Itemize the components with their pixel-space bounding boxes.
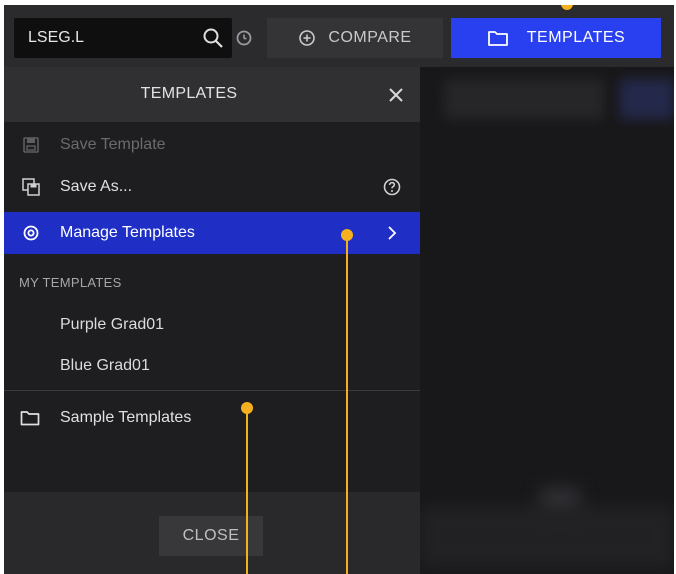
blurred-footer: [420, 507, 674, 567]
save-as-item[interactable]: Save As...: [4, 165, 420, 209]
callout-line-sample: [246, 410, 248, 574]
sample-templates-item[interactable]: Sample Templates: [4, 395, 420, 439]
templates-button[interactable]: TEMPLATES: [451, 18, 661, 58]
app-window: LSEG.L COMPARE TEMPLATES TEMPLATES Save …: [4, 5, 674, 574]
folder-icon: [487, 31, 508, 46]
gear-icon: [23, 225, 39, 241]
blurred-tab: [444, 79, 604, 119]
compare-button[interactable]: COMPARE: [267, 18, 443, 58]
help-icon[interactable]: [382, 177, 402, 197]
clock-icon[interactable]: [235, 29, 253, 47]
save-template-item[interactable]: Save Template: [4, 123, 420, 167]
sample-templates-label: Sample Templates: [60, 409, 192, 426]
blurred-button: [620, 79, 674, 119]
close-icon[interactable]: [386, 85, 406, 105]
my-templates-heading: MY TEMPLATES: [19, 275, 122, 290]
template-item[interactable]: Blue Grad01: [60, 357, 150, 375]
save-template-label: Save Template: [60, 136, 166, 153]
panel-footer: CLOSE: [4, 492, 420, 574]
chart-area-blurred: [420, 67, 674, 574]
divider: [4, 390, 420, 391]
manage-templates-item[interactable]: Manage Templates: [4, 212, 420, 254]
save-icon: [23, 137, 39, 153]
manage-templates-label: Manage Templates: [60, 224, 195, 241]
callout-line-manage: [346, 237, 348, 574]
save-as-label: Save As...: [60, 178, 133, 195]
symbol-search-input[interactable]: LSEG.L: [14, 18, 232, 58]
folder-icon: [20, 411, 40, 426]
chevron-right-icon: [388, 226, 397, 240]
save-as-icon: [22, 178, 40, 196]
search-icon[interactable]: [202, 27, 224, 49]
compare-label: COMPARE: [328, 29, 412, 46]
panel-header: TEMPLATES: [4, 67, 420, 122]
panel-title: TEMPLATES: [140, 85, 238, 102]
search-value: LSEG.L: [28, 29, 85, 46]
top-toolbar: LSEG.L COMPARE TEMPLATES: [4, 5, 674, 67]
plus-circle-icon: [299, 30, 316, 46]
templates-label: TEMPLATES: [526, 29, 626, 46]
templates-panel: TEMPLATES Save Template Save As... Manag…: [4, 67, 420, 574]
template-item[interactable]: Purple Grad01: [60, 316, 164, 334]
